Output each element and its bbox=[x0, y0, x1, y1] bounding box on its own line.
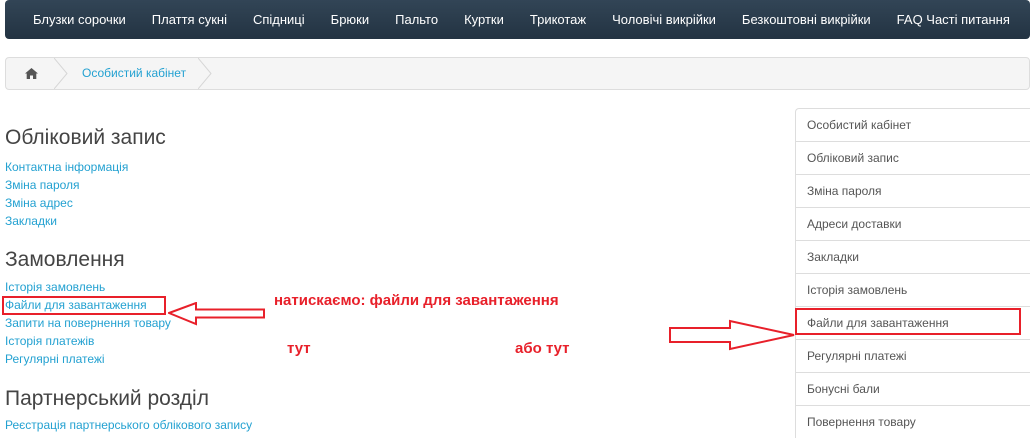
highlight-box-downloads-link bbox=[2, 296, 166, 315]
link-recurring[interactable]: Регулярні платежі bbox=[5, 352, 105, 367]
nav-item-faq[interactable]: FAQ Часті питання bbox=[884, 12, 1023, 27]
annotation-instruction: натискаємо: файли для завантаження bbox=[274, 292, 559, 309]
arrow-left-icon bbox=[168, 302, 265, 326]
nav-item-trousers[interactable]: Брюки bbox=[318, 12, 382, 27]
link-affiliate-register[interactable]: Реєстрація партнерського облікового запи… bbox=[5, 418, 252, 433]
breadcrumb-current[interactable]: Особистий кабінет bbox=[82, 58, 186, 89]
account-heading: Обліковий запис bbox=[5, 126, 166, 149]
arrow-right-icon bbox=[669, 319, 795, 351]
link-order-history[interactable]: Історія замовлень bbox=[5, 280, 105, 295]
breadcrumb-separator bbox=[198, 58, 212, 89]
sidebar-item-reward-points[interactable]: Бонусні бали bbox=[795, 372, 1030, 405]
link-change-password[interactable]: Зміна пароля bbox=[5, 178, 80, 193]
sidebar-item-address[interactable]: Адреси доставки bbox=[795, 207, 1030, 240]
sidebar-item-edit-account[interactable]: Обліковий запис bbox=[795, 141, 1030, 174]
nav-item-coats[interactable]: Пальто bbox=[382, 12, 451, 27]
affiliate-heading: Партнерський розділ bbox=[5, 387, 209, 410]
sidebar-item-recurring[interactable]: Регулярні платежі bbox=[795, 339, 1030, 372]
link-contact-info[interactable]: Контактна інформація bbox=[5, 160, 128, 175]
nav-item-knitwear[interactable]: Трикотаж bbox=[517, 12, 599, 27]
breadcrumb-home-link[interactable] bbox=[6, 58, 56, 89]
breadcrumb: Особистий кабінет bbox=[5, 57, 1030, 90]
highlight-box-downloads-sidebar bbox=[795, 308, 1021, 335]
link-transactions[interactable]: Історія платежів bbox=[5, 334, 94, 349]
sidebar-item-returns[interactable]: Повернення товару bbox=[795, 405, 1030, 438]
sidebar-item-wishlist[interactable]: Закладки bbox=[795, 240, 1030, 273]
annotation-here: тут bbox=[287, 340, 311, 357]
sidebar-item-account-home[interactable]: Особистий кабінет bbox=[795, 108, 1030, 141]
nav-item-mens-patterns[interactable]: Чоловічі викрійки bbox=[599, 12, 729, 27]
nav-item-dresses[interactable]: Плаття сукні bbox=[139, 12, 240, 27]
link-returns[interactable]: Запити на повернення товару bbox=[5, 316, 171, 331]
top-navigation: Блузки сорочки Плаття сукні Спідниці Брю… bbox=[5, 0, 1030, 39]
nav-item-free-patterns[interactable]: Безкоштовні викрійки bbox=[729, 12, 884, 27]
nav-item-blouses[interactable]: Блузки сорочки bbox=[5, 12, 139, 27]
nav-item-skirts[interactable]: Спідниці bbox=[240, 12, 318, 27]
nav-item-jackets[interactable]: Куртки bbox=[451, 12, 517, 27]
sidebar-item-order-history[interactable]: Історія замовлень bbox=[795, 273, 1030, 306]
sidebar-item-password[interactable]: Зміна пароля bbox=[795, 174, 1030, 207]
orders-heading: Замовлення bbox=[5, 248, 125, 271]
link-bookmarks[interactable]: Закладки bbox=[5, 214, 57, 229]
home-icon bbox=[24, 68, 38, 79]
breadcrumb-separator bbox=[54, 58, 68, 89]
link-change-address[interactable]: Зміна адрес bbox=[5, 196, 73, 211]
account-sidebar-list: Особистий кабінет Обліковий запис Зміна … bbox=[795, 108, 1030, 438]
annotation-or-here: або тут bbox=[515, 340, 570, 357]
